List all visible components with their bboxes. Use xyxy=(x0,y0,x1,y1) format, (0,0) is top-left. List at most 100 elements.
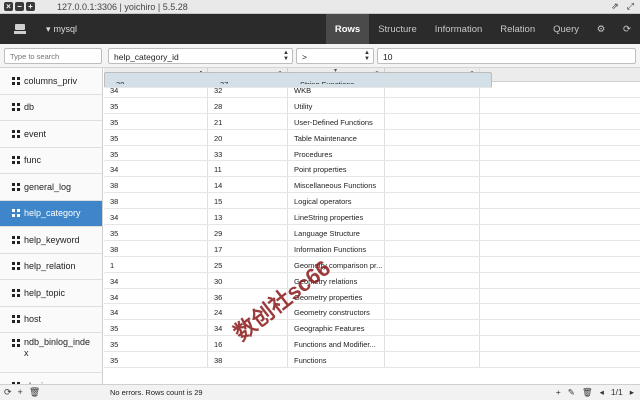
tab-rows[interactable]: Rows xyxy=(325,14,370,44)
table-cell[interactable] xyxy=(385,177,480,193)
table-cell[interactable]: User-Defined Functions xyxy=(288,113,385,129)
table-cell[interactable]: 33 xyxy=(208,145,288,161)
sidebar-item-ndb-binlog-index[interactable]: ndb_binlog_index xyxy=(0,333,102,373)
external-link-icon[interactable]: ⇗ xyxy=(611,1,619,12)
table-cell[interactable]: 35 xyxy=(104,352,208,368)
table-cell[interactable]: 37 xyxy=(214,76,294,84)
table-row[interactable]: 34 13 LineString properties xyxy=(104,209,640,226)
table-row[interactable]: 35 33 Procedures xyxy=(104,145,640,162)
sidebar-item-db[interactable]: db xyxy=(0,94,102,121)
table-row[interactable]: 34 11 Point properties xyxy=(104,161,640,178)
table-cell[interactable]: 35 xyxy=(104,320,208,336)
table-cell[interactable]: 38 xyxy=(208,352,288,368)
table-cell[interactable]: Geometry constructors xyxy=(288,304,385,320)
table-row[interactable]: 35 29 Language Structure xyxy=(104,225,640,241)
table-cell[interactable]: 11 xyxy=(208,161,288,177)
table-cell[interactable]: 35 xyxy=(104,225,208,240)
table-cell[interactable]: 34 xyxy=(104,161,208,177)
table-cell[interactable]: Geographic Features xyxy=(288,320,385,336)
table-cell[interactable] xyxy=(385,145,480,161)
table-cell[interactable] xyxy=(385,97,480,113)
close-window-button[interactable]: × xyxy=(4,2,13,11)
table-cell[interactable]: 28 xyxy=(208,97,288,113)
table-row[interactable]: 34 36 Geometry properties xyxy=(104,288,640,305)
table-cell[interactable] xyxy=(385,193,480,209)
table-cell[interactable] xyxy=(385,288,480,304)
table-row[interactable]: 35 38 Functions xyxy=(104,352,640,369)
table-row[interactable]: 38 15 Logical operators xyxy=(104,193,640,210)
table-cell[interactable]: Functions xyxy=(288,352,385,368)
table-cell[interactable] xyxy=(385,336,480,352)
table-cell[interactable] xyxy=(385,129,480,145)
table-cell[interactable]: 35 xyxy=(104,113,208,129)
table-cell[interactable]: Utility xyxy=(288,97,385,113)
table-cell[interactable]: 25 xyxy=(208,256,288,272)
table-row[interactable]: 34 24 Geometry constructors xyxy=(104,304,640,321)
table-cell[interactable]: Point properties xyxy=(288,161,385,177)
maximize-window-button[interactable]: + xyxy=(26,2,35,11)
table-row[interactable]: 35 16 Functions and Modifier... xyxy=(104,336,640,353)
table-cell[interactable] xyxy=(385,256,480,272)
refresh-icon[interactable]: ⟳ xyxy=(614,14,640,44)
sidebar-item-plugin[interactable]: plugin xyxy=(0,373,102,384)
add-table-icon[interactable]: + xyxy=(18,387,23,398)
sidebar-item-help-relation[interactable]: help_relation xyxy=(0,253,102,280)
table-cell[interactable]: 34 xyxy=(104,272,208,288)
filter-column-select[interactable]: help_category_id ▲ ▼ xyxy=(108,48,293,64)
table-cell[interactable]: 21 xyxy=(208,113,288,129)
table-row[interactable]: 35 21 User-Defined Functions xyxy=(104,113,640,130)
table-cell[interactable]: Logical operators xyxy=(288,193,385,209)
table-row[interactable]: 35 20 Table Maintenance xyxy=(104,129,640,146)
table-row[interactable]: 34 30 Geometry relations xyxy=(104,272,640,289)
tab-query[interactable]: Query xyxy=(544,14,588,44)
trash-icon[interactable]: 🗑 xyxy=(29,387,40,398)
table-cell[interactable]: Miscellaneous Functions xyxy=(288,177,385,193)
sidebar-item-help-category[interactable]: help_category xyxy=(0,200,102,227)
tab-structure[interactable]: Structure xyxy=(369,14,426,44)
table-cell[interactable]: 15 xyxy=(208,193,288,209)
table-row[interactable]: 38 17 Information Functions xyxy=(104,240,640,257)
table-cell[interactable] xyxy=(391,76,486,84)
table-cell[interactable]: 13 xyxy=(208,209,288,225)
table-cell[interactable] xyxy=(385,304,480,320)
table-cell[interactable]: 34 xyxy=(104,209,208,225)
next-page-icon[interactable]: ▸ xyxy=(630,387,634,398)
table-cell[interactable]: Procedures xyxy=(288,145,385,161)
table-cell[interactable]: 38 xyxy=(104,193,208,209)
table-cell[interactable]: Table Maintenance xyxy=(288,129,385,145)
filter-value-input[interactable]: 10 xyxy=(377,48,636,64)
refresh-tables-icon[interactable]: ⟳ xyxy=(4,387,12,398)
table-cell[interactable]: 35 xyxy=(104,97,208,113)
table-cell[interactable]: 14 xyxy=(208,177,288,193)
table-cell[interactable]: 34 xyxy=(104,304,208,320)
filter-operator-select[interactable]: > ▲ ▼ xyxy=(296,48,374,64)
table-cell[interactable] xyxy=(385,272,480,288)
table-cell[interactable] xyxy=(385,240,480,256)
fullscreen-icon[interactable]: ⤢ xyxy=(627,1,634,12)
table-cell[interactable]: 35 xyxy=(104,129,208,145)
sidebar-item-help-topic[interactable]: help_topic xyxy=(0,280,102,307)
table-cell[interactable]: LineString properties xyxy=(288,209,385,225)
table-cell[interactable]: 35 xyxy=(104,145,208,161)
sidebar-item-general-log[interactable]: general_log xyxy=(0,174,102,201)
table-cell[interactable]: 1 xyxy=(104,256,208,272)
tab-relation[interactable]: Relation xyxy=(491,14,544,44)
database-selector[interactable]: ▾ mysql xyxy=(46,24,77,35)
table-cell[interactable]: 20 xyxy=(208,129,288,145)
sidebar-item-event[interactable]: event xyxy=(0,121,102,148)
tab-information[interactable]: Information xyxy=(426,14,492,44)
table-cell[interactable]: 29 xyxy=(208,225,288,240)
table-cell[interactable]: 38 xyxy=(110,76,214,84)
table-row[interactable]: 1 25 Geometry comparison pr... xyxy=(104,256,640,273)
table-cell[interactable] xyxy=(385,320,480,336)
sidebar-item-help-keyword[interactable]: help_keyword xyxy=(0,227,102,254)
minimize-window-button[interactable]: − xyxy=(15,2,24,11)
table-cell[interactable]: String Functions xyxy=(294,76,391,84)
table-search-input[interactable] xyxy=(4,48,102,64)
table-cell[interactable]: Functions and Modifier... xyxy=(288,336,385,352)
table-row[interactable]: 3837String Functions xyxy=(104,72,492,88)
table-cell[interactable]: 35 xyxy=(104,336,208,352)
table-cell[interactable] xyxy=(385,113,480,129)
add-row-icon[interactable]: + xyxy=(556,387,561,398)
table-row[interactable]: 35 34 Geographic Features xyxy=(104,320,640,337)
